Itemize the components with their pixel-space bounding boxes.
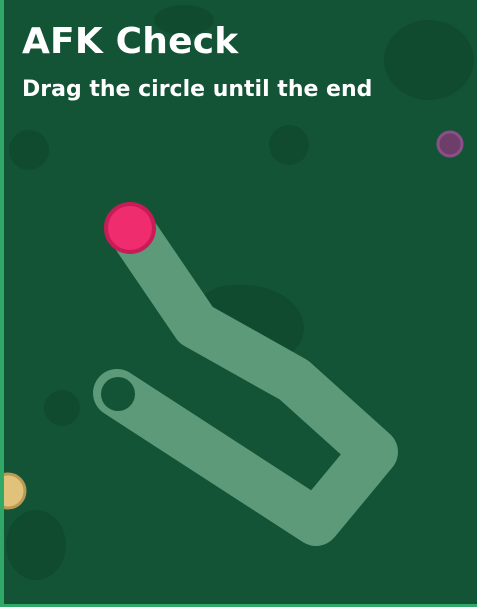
afk-check-game: AFK Check Drag the circle until the end — [0, 0, 477, 607]
drag-circle[interactable] — [104, 202, 156, 254]
path-end-hole — [101, 377, 135, 411]
tan-orb — [4, 472, 27, 510]
instruction-text: Drag the circle until the end — [22, 77, 373, 102]
page-title: AFK Check — [22, 21, 239, 62]
drag-path — [93, 204, 398, 546]
purple-orb — [436, 130, 464, 158]
